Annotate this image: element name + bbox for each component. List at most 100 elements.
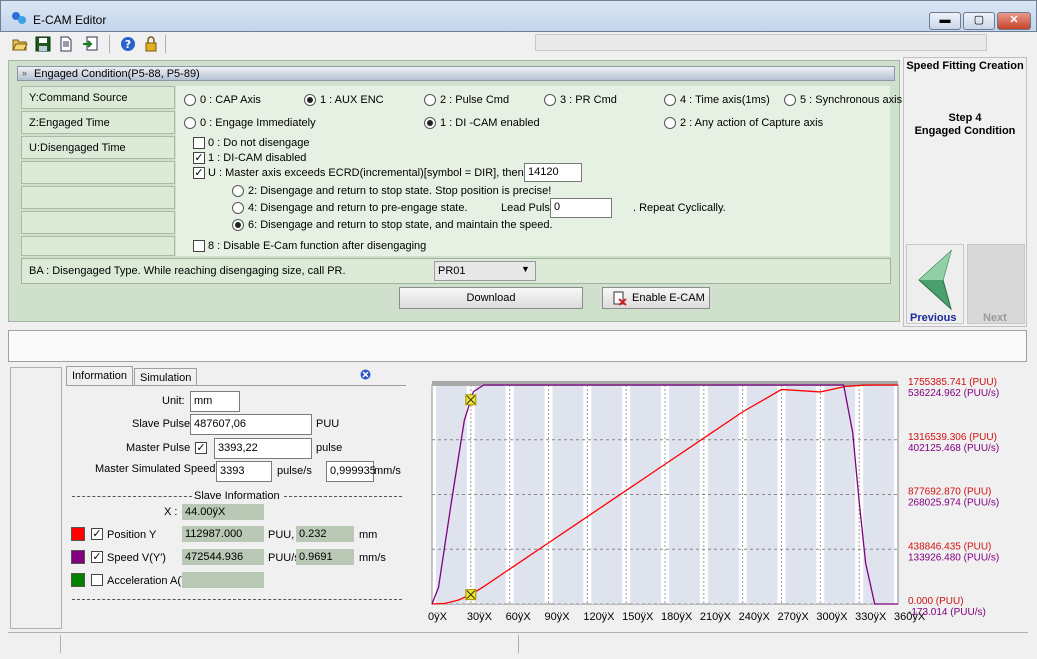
- arrow-left-icon: [918, 249, 952, 311]
- x-tick-label: 240ÿX: [739, 611, 771, 623]
- tab-information[interactable]: Information: [66, 366, 134, 385]
- minimize-button[interactable]: ▬: [929, 12, 961, 30]
- master-pulse-input[interactable]: 3393,22: [214, 438, 312, 459]
- radio-synchronous-axis[interactable]: [784, 94, 796, 106]
- label-x: X :: [164, 506, 178, 518]
- y-label-position: 1755385.741 (PUU): [908, 377, 997, 388]
- window-title: E-CAM Editor: [33, 13, 107, 27]
- label-master-exceeds-ecrd: U : Master axis exceeds ECRD(incremental…: [208, 167, 524, 179]
- checkbox-speed[interactable]: ✓: [91, 551, 103, 563]
- enable-ecam-button[interactable]: Enable E-CAM: [602, 287, 710, 309]
- row-empty: [21, 211, 175, 234]
- label-cap-axis: 0 : CAP Axis: [200, 94, 261, 106]
- wizard-step-name: Engaged Condition: [914, 125, 1016, 137]
- side-panel: [10, 367, 62, 629]
- ecrd-input[interactable]: 14120: [524, 163, 582, 182]
- label-synchronous-axis: 5 : Synchronous axis: [800, 94, 903, 106]
- help-icon[interactable]: ?: [120, 36, 136, 52]
- label-engage-immediately: 0 : Engage Immediately: [200, 117, 316, 129]
- speed-value: 472544.936: [182, 549, 264, 565]
- toolbar: ?: [1, 33, 1036, 55]
- label-capture-axis-action: 2 : Any action of Capture axis: [680, 117, 824, 129]
- position-color-swatch[interactable]: [71, 527, 85, 541]
- row-label-disengaged-time: U:Disengaged Time: [29, 142, 126, 154]
- y-label-position: 877692.870 (PUU): [908, 487, 991, 498]
- collapse-chevron-icon[interactable]: »: [22, 68, 27, 78]
- label-slave-pulse: Slave Pulse: [132, 418, 191, 430]
- x-tick-label: 300ÿX: [816, 611, 848, 623]
- pr-select-value: PR01: [438, 265, 466, 277]
- download-button[interactable]: Download: [399, 287, 583, 309]
- radio-aux-enc[interactable]: [304, 94, 316, 106]
- wizard-step: Step 4: [948, 112, 982, 124]
- close-button[interactable]: ✕: [997, 12, 1031, 30]
- close-panel-icon[interactable]: [360, 369, 371, 380]
- label-disengage-pre-engage: 4: Disengage and return to pre-engage st…: [248, 202, 468, 214]
- export-icon[interactable]: [82, 36, 98, 52]
- radio-disengage-stop-precise[interactable]: [232, 185, 244, 197]
- checkbox-disable-ecam[interactable]: [193, 240, 205, 252]
- open-icon[interactable]: [12, 36, 28, 52]
- acceleration-color-swatch[interactable]: [71, 573, 85, 587]
- pr-select[interactable]: PR01 ▼: [434, 261, 536, 281]
- speed-color-swatch[interactable]: [71, 550, 85, 564]
- row-engaged-time: Z:Engaged Time: [21, 111, 175, 134]
- radio-engage-immediately[interactable]: [184, 117, 196, 129]
- next-label: Next: [983, 312, 1007, 324]
- y-label-speed: 268025.974 (PUU/s): [908, 498, 999, 509]
- enable-ecam-label: Enable E-CAM: [632, 292, 705, 304]
- motion-chart[interactable]: 0ÿX 30ÿX 60ÿX 90ÿX 120ÿX 150ÿX 180ÿX 210ÿX 240ÿX…: [410, 367, 1028, 629]
- maximize-button[interactable]: ▢: [963, 12, 995, 30]
- checkbox-master-pulse[interactable]: ✓: [195, 442, 207, 454]
- checkbox-acceleration[interactable]: [91, 574, 103, 586]
- engaged-condition-header[interactable]: » Engaged Condition(P5-88, P5-89): [17, 66, 895, 81]
- chevron-down-icon[interactable]: ▼: [521, 264, 530, 274]
- document-icon[interactable]: [58, 36, 74, 52]
- unit-input[interactable]: mm: [190, 391, 240, 412]
- label-repeat-cyclically: . Repeat Cyclically.: [633, 202, 726, 214]
- checkbox-master-exceeds-ecrd[interactable]: ✓: [193, 167, 205, 179]
- slave-pulse-input[interactable]: 487607,06: [190, 414, 312, 435]
- label-lead-pulse: Lead Pulse: [501, 202, 557, 214]
- x-value: 44.00ÿX: [182, 504, 264, 520]
- radio-di-cam-enabled[interactable]: [424, 117, 436, 129]
- radio-pulse-cmd[interactable]: [424, 94, 436, 106]
- speed-mm-unit: mm/s: [359, 552, 386, 564]
- radio-time-axis[interactable]: [664, 94, 676, 106]
- radio-cap-axis[interactable]: [184, 94, 196, 106]
- information-panel: Information Simulation Unit: mm Slave Pu…: [66, 366, 406, 628]
- slave-pulse-unit: PUU: [316, 418, 340, 430]
- label-pr-cmd: 3 : PR Cmd: [560, 94, 617, 106]
- lock-icon[interactable]: [143, 36, 159, 52]
- save-icon[interactable]: [35, 36, 51, 52]
- engaged-condition-title: Engaged Condition(P5-88, P5-89): [34, 68, 200, 80]
- tab-simulation[interactable]: Simulation: [134, 368, 198, 385]
- next-button[interactable]: Next: [967, 244, 1025, 324]
- x-tick-label: 270ÿX: [778, 611, 810, 623]
- row-empty: [21, 186, 175, 209]
- radio-pr-cmd[interactable]: [544, 94, 556, 106]
- checkbox-di-cam-disabled[interactable]: ✓: [193, 152, 205, 164]
- radio-disengage-pre-engage[interactable]: [232, 202, 244, 214]
- row-label-command-source: Y:Command Source: [29, 92, 128, 104]
- checkbox-position[interactable]: ✓: [91, 528, 103, 540]
- label-disengage-stop-precise: 2: Disengage and return to stop state. S…: [248, 185, 552, 197]
- master-speed-mm-input[interactable]: 0,999935: [326, 461, 376, 482]
- checkbox-do-not-disengage[interactable]: [193, 137, 205, 149]
- master-speed-input[interactable]: 3393: [216, 461, 272, 482]
- previous-button[interactable]: Previous: [906, 244, 964, 324]
- radio-disengage-maintain-speed[interactable]: [232, 219, 244, 231]
- x-tick-label: 30ÿX: [467, 611, 493, 623]
- wizard-panel: Speed Fitting Creation Step 4 Engaged Co…: [903, 57, 1027, 327]
- radio-capture-axis-action[interactable]: [664, 117, 676, 129]
- acceleration-value: [182, 572, 264, 588]
- label-speed: Speed V(Y'): [107, 552, 166, 564]
- label-aux-enc: 1 : AUX ENC: [320, 94, 384, 106]
- enable-ecam-icon: [613, 291, 627, 306]
- label-slave-information: Slave Information: [194, 490, 280, 502]
- disengaged-type-row: BA : Disengaged Type. While reaching dis…: [21, 258, 891, 284]
- y-label-speed: 402125.468 (PUU/s): [908, 443, 999, 454]
- wizard-title: Speed Fitting Creation: [906, 60, 1024, 72]
- position-mm-value: 0.232: [296, 526, 354, 542]
- lead-pulse-input[interactable]: 0: [550, 198, 612, 218]
